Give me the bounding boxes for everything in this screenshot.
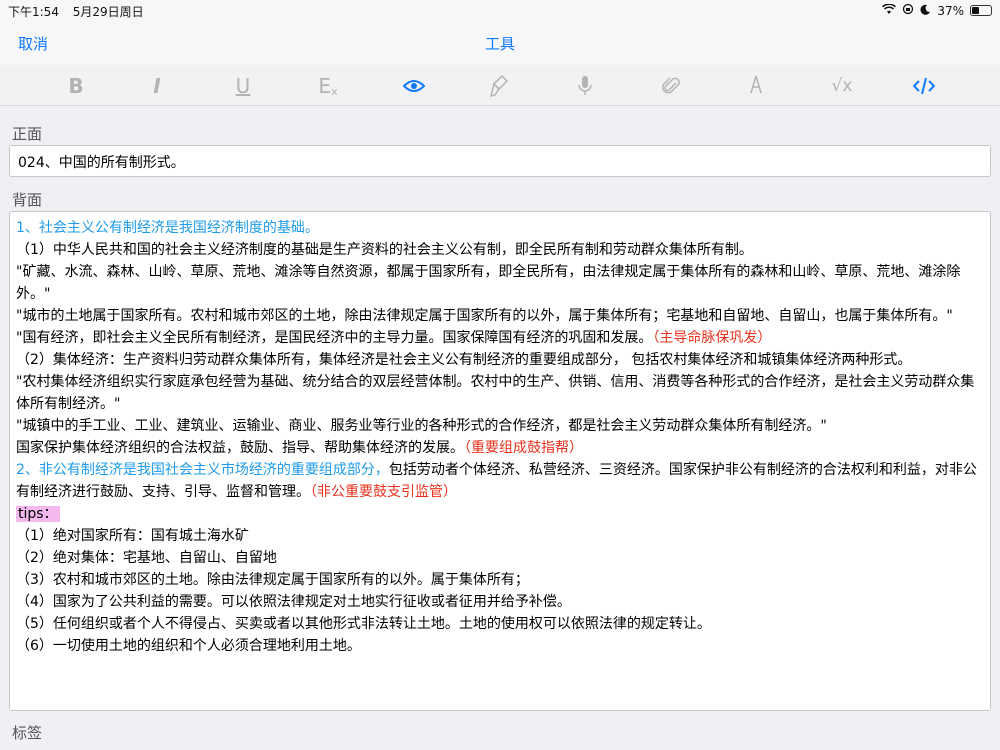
tips-highlight: tips： <box>16 506 60 522</box>
paragraph: "国有经济，即社会主义全民所有制经济，是国民经济中的主导力量。国家保障国有经济的… <box>16 327 984 349</box>
paragraph: （2）集体经济：生产资料归劳动群众集体所有，集体经济是社会主义公有制经济的重要组… <box>16 352 912 368</box>
math-icon[interactable]: √x <box>827 73 857 99</box>
code-icon[interactable] <box>909 73 939 99</box>
quote-paragraph: "城镇中的手工业、工业、建筑业、运输业、商业、服务业等行业的各种形式的合作经济，… <box>16 418 827 434</box>
mnemonic-text: （重要组成鼓指帮） <box>464 440 583 456</box>
nav-bar: 取消 工具 <box>0 20 1000 65</box>
text-span: 国家保护集体经济组织的合法权益，鼓励、指导、帮助集体经济的发展。 <box>16 440 464 456</box>
underline-icon[interactable]: U <box>228 73 258 99</box>
wifi-icon <box>882 2 897 18</box>
battery-fill <box>972 7 979 14</box>
tip-item: （1）绝对国家所有：国有城土海水矿 <box>16 528 249 544</box>
status-bar: 下午1:54 5月29日周日 37% <box>0 0 1000 20</box>
tip-item: （3）农村和城市郊区的土地。除由法律规定属于国家所有的以外。属于集体所有； <box>16 572 529 588</box>
moon-icon <box>920 4 931 18</box>
status-date: 5月29日周日 <box>72 5 144 19</box>
front-field[interactable]: 024、中国的所有制形式。 <box>9 145 991 177</box>
mnemonic-text: （非公重要鼓支引监管） <box>310 484 457 500</box>
tip-item: （6）一切使用土地的组织和个人必须合理地利用土地。 <box>16 638 361 654</box>
heading-public-ownership: 1、社会主义公有制经济是我国经济制度的基础。 <box>16 220 319 236</box>
lock-rotation-icon <box>902 3 914 18</box>
brush-icon[interactable] <box>484 73 514 99</box>
paragraph: 2、非公有制经济是我国社会主义市场经济的重要组成部分，包括劳动者个体经济、私营经… <box>16 459 984 503</box>
text-span: "国有经济，即社会主义全民所有制经济，是国民经济中的主导力量。国家保障国有经济的… <box>16 330 653 346</box>
pen-icon[interactable] <box>741 73 771 99</box>
clear-format-letter: E <box>318 74 332 98</box>
status-time: 下午1:54 <box>8 5 59 19</box>
bold-icon[interactable]: B <box>61 73 91 99</box>
front-label: 正面 <box>12 125 43 143</box>
paragraph: （1）中华人民共和国的社会主义经济制度的基础是生产资料的社会主义公有制，即全民所… <box>16 242 753 258</box>
quote-paragraph: "农村集体经济组织实行家庭承包经营为基础、统分结合的双层经营体制。农村中的生产、… <box>16 374 975 412</box>
mnemonic-text: （主导命脉保巩发） <box>652 330 772 346</box>
microphone-icon[interactable] <box>570 73 600 99</box>
battery-icon <box>970 5 992 16</box>
eye-icon[interactable] <box>399 73 429 99</box>
clear-format-icon[interactable]: Ex <box>313 73 343 99</box>
paragraph: 国家保护集体经济组织的合法权益，鼓励、指导、帮助集体经济的发展。（重要组成鼓指帮… <box>16 437 984 459</box>
tips-line: tips： <box>16 503 984 525</box>
tip-item: （2）绝对集体：宅基地、自留山、自留地 <box>16 550 277 566</box>
paperclip-icon[interactable] <box>656 73 686 99</box>
tip-item: （4）国家为了公共利益的需要。可以依照法律规定对土地实行征收或者征用并给予补偿。 <box>16 594 571 610</box>
quote-paragraph: "矿藏、水流、森林、山岭、草原、荒地、滩涂等自然资源，都属于国家所有，即全民所有… <box>16 264 961 302</box>
tip-item: （5）任何组织或者个人不得侵占、买卖或者以其他形式非法转让土地。土地的使用权可以… <box>16 616 711 632</box>
clear-format-sub: x <box>331 84 338 98</box>
battery-percent: 37% <box>937 3 964 18</box>
italic-icon[interactable]: I <box>142 73 172 99</box>
tags-label: 标签 <box>12 724 43 742</box>
heading-non-public-ownership: 2、非公有制经济是我国社会主义市场经济的重要组成部分， <box>16 462 389 478</box>
quote-paragraph: "城市的土地属于国家所有。农村和城市郊区的土地，除由法律规定属于国家所有的以外，… <box>16 308 953 324</box>
editor-toolbar: B I U Ex √x <box>0 65 1000 106</box>
back-label: 背面 <box>12 191 43 209</box>
tools-title[interactable]: 工具 <box>0 33 1000 54</box>
back-field[interactable]: 1、社会主义公有制经济是我国经济制度的基础。 （1）中华人民共和国的社会主义经济… <box>9 211 991 711</box>
